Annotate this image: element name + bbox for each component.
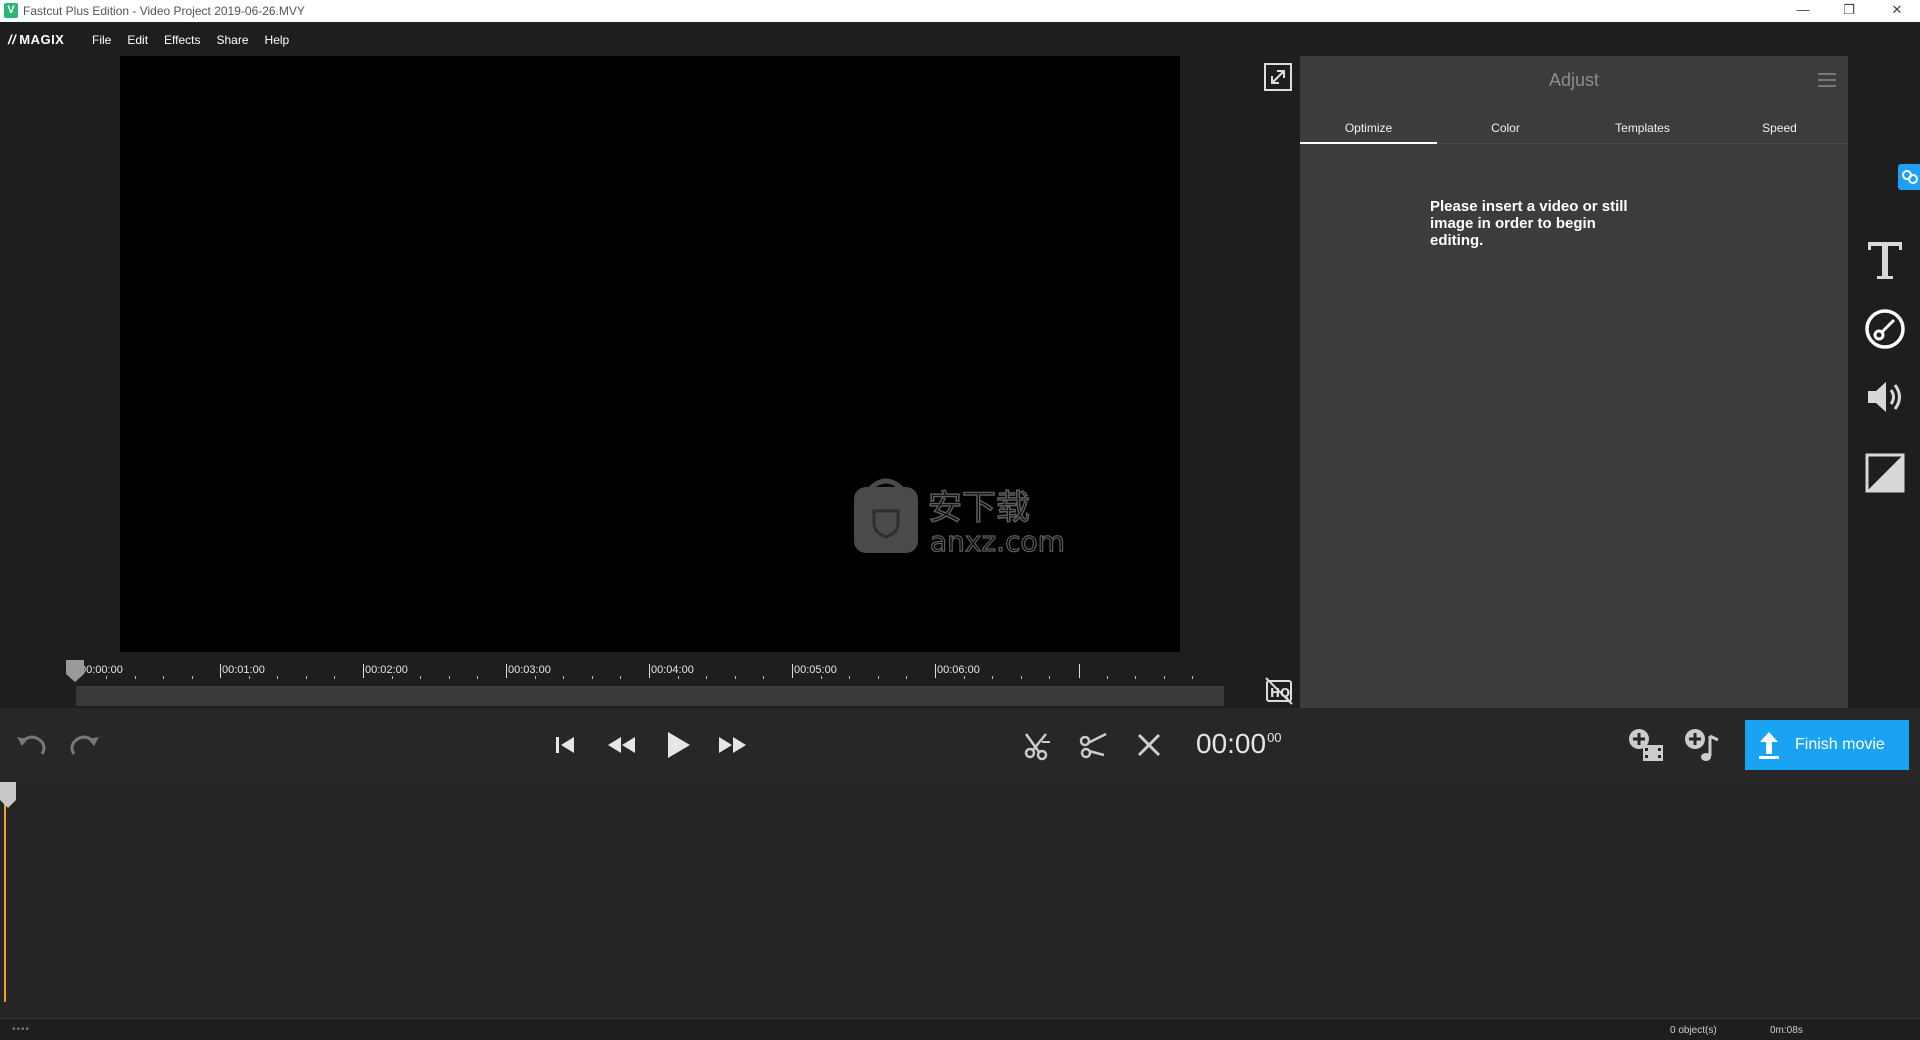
link-icon[interactable] (1898, 164, 1920, 190)
skip-to-start-icon[interactable] (548, 728, 582, 762)
tab-speed[interactable]: Speed (1711, 112, 1848, 143)
menu-bar: //MAGIX File Edit Effects Share Help (0, 22, 1920, 56)
text-icon[interactable] (1862, 236, 1908, 282)
transport-bar: 00:0000 Finish movie (0, 708, 1920, 782)
empty-state-message: Please insert a video or still image in … (1430, 198, 1628, 249)
rewind-icon[interactable] (604, 728, 638, 762)
tab-optimize[interactable]: Optimize (1300, 112, 1437, 144)
object-count: 0 object(s) (1670, 1025, 1717, 1036)
ruler-label: 00:03:00 (508, 664, 551, 676)
menu-items: File Edit Effects Share Help (92, 33, 305, 47)
time-ruler[interactable]: 00:00:00 00:01:00 00:02:00 00:03:00 00:0… (66, 660, 1226, 684)
ruler-tick (506, 664, 507, 678)
ruler-label: 00:06:00 (937, 664, 980, 676)
ruler-label: 00:01:00 (222, 664, 265, 676)
upload-icon (1759, 732, 1779, 759)
audio-icon[interactable] (1862, 374, 1908, 420)
video-preview[interactable] (120, 56, 1180, 652)
ruler-label: 00:05:00 (794, 664, 837, 676)
tab-color[interactable]: Color (1437, 112, 1574, 143)
ruler-playhead-handle[interactable] (66, 660, 84, 682)
split-scene-icon[interactable] (1020, 728, 1054, 762)
app-icon: V (4, 3, 18, 18)
play-icon[interactable] (660, 728, 694, 762)
scrub-bar[interactable] (76, 686, 1224, 706)
ruler-label: 00:00:00 (80, 664, 123, 676)
project-duration: 0m:08s (1770, 1025, 1803, 1036)
status-bar: •••• 0 object(s) 0m:08s (0, 1018, 1920, 1040)
svg-text:安下载: 安下载 (928, 488, 1030, 528)
watermark: 安下载 anxz.com (852, 477, 1072, 559)
timecode-display: 00:0000 (1196, 728, 1282, 759)
panel-title: Adjust (1548, 70, 1600, 90)
redo-icon[interactable] (68, 728, 102, 762)
svg-text:anxz.com: anxz.com (930, 525, 1065, 557)
watermark-bag-icon: 安下载 anxz.com (854, 478, 1065, 559)
menu-help[interactable]: Help (265, 33, 290, 47)
window-title: Fastcut Plus Edition - Video Project 201… (23, 4, 305, 18)
add-video-icon[interactable] (1626, 726, 1666, 766)
transition-icon[interactable] (1862, 450, 1908, 496)
fullscreen-icon[interactable] (1263, 62, 1293, 92)
fast-forward-icon[interactable] (716, 728, 750, 762)
minimize-button[interactable]: — (1780, 0, 1826, 22)
adjust-panel: Adjust Optimize Color Templates Speed Pl… (1300, 56, 1848, 708)
adjust-icon[interactable] (1862, 306, 1908, 352)
ruler-tick (220, 664, 221, 678)
panel-menu-icon[interactable] (1818, 72, 1836, 88)
ruler-tick (1079, 664, 1080, 678)
ruler-label: 00:04:00 (651, 664, 694, 676)
tab-templates[interactable]: Templates (1574, 112, 1711, 143)
ruler-tick (649, 664, 650, 678)
ruler-tick (935, 664, 936, 678)
resize-grip[interactable]: •••• (12, 1024, 30, 1035)
playhead-line (4, 802, 6, 1002)
right-sidebar (1848, 56, 1920, 708)
undo-icon[interactable] (14, 728, 48, 762)
restore-button[interactable]: ❐ (1826, 0, 1872, 22)
ruler-label: 00:02:00 (365, 664, 408, 676)
timeline[interactable] (0, 782, 1920, 1018)
ruler-tick (792, 664, 793, 678)
playhead-handle[interactable] (0, 782, 16, 810)
cut-icon[interactable] (1076, 728, 1110, 762)
menu-share[interactable]: Share (217, 33, 249, 47)
add-music-icon[interactable] (1682, 726, 1722, 766)
finish-movie-label: Finish movie (1795, 736, 1885, 753)
close-button[interactable]: ✕ (1874, 0, 1920, 22)
hd-off-icon[interactable]: HQ (1264, 676, 1294, 706)
ruler-tick (363, 664, 364, 678)
finish-movie-button[interactable]: Finish movie (1745, 720, 1909, 770)
title-bar: V Fastcut Plus Edition - Video Project 2… (0, 0, 1920, 22)
delete-icon[interactable] (1132, 728, 1166, 762)
menu-edit[interactable]: Edit (127, 33, 148, 47)
magix-logo: //MAGIX (8, 32, 65, 47)
adjust-tabs: Optimize Color Templates Speed (1300, 112, 1848, 144)
menu-effects[interactable]: Effects (164, 33, 200, 47)
menu-file[interactable]: File (92, 33, 111, 47)
